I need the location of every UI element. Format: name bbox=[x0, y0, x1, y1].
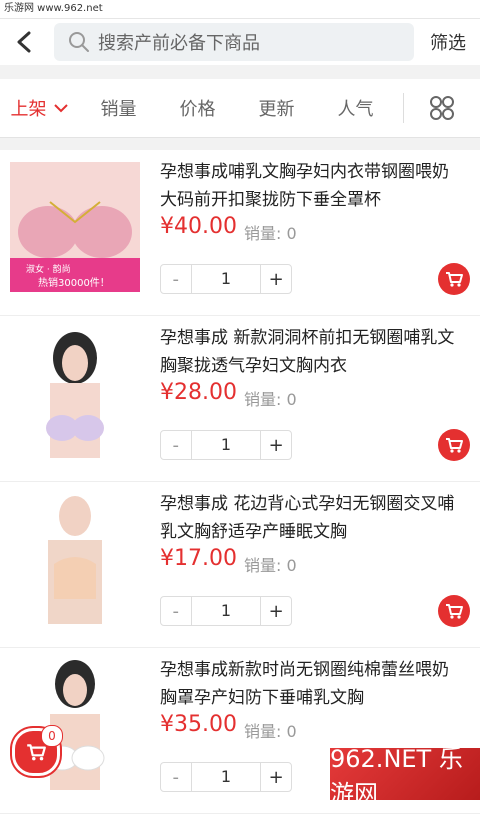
quantity-stepper: - 1 + bbox=[160, 596, 292, 626]
quantity-input[interactable]: 1 bbox=[190, 763, 262, 791]
floating-cart-button[interactable]: 0 bbox=[12, 725, 63, 776]
image-caption: 淑女 · 韵尚 bbox=[26, 263, 71, 275]
top-bar: 搜索产前必备下商品 筛选 bbox=[0, 19, 480, 65]
product-title[interactable]: 孕想事成 新款洞洞杯前扣无钢圈哺乳文胸聚拢透气孕妇文胸内衣 bbox=[160, 324, 465, 380]
increase-button[interactable]: + bbox=[261, 435, 291, 456]
grid-icon bbox=[430, 96, 454, 120]
decrease-button[interactable]: - bbox=[161, 767, 191, 788]
decrease-button[interactable]: - bbox=[161, 269, 191, 290]
quantity-stepper: - 1 + bbox=[160, 762, 292, 792]
back-button[interactable] bbox=[0, 19, 50, 65]
sort-bar: 上架 销量 价格 更新 人气 bbox=[0, 79, 480, 138]
search-input[interactable]: 搜索产前必备下商品 bbox=[54, 23, 414, 61]
sort-item-popularity[interactable]: 人气 bbox=[316, 95, 395, 121]
product-image[interactable] bbox=[10, 494, 140, 624]
product-sales: 销量: 0 bbox=[244, 224, 297, 243]
product-item[interactable]: 孕想事成 花边背心式孕妇无钢圈交叉哺乳文胸舒适孕产睡眠文胸 ¥17.00 销量:… bbox=[0, 482, 480, 648]
watermark-bottom: 962.NET 乐游网 bbox=[330, 745, 480, 808]
search-placeholder: 搜索产前必备下商品 bbox=[98, 33, 260, 54]
search-icon bbox=[69, 32, 89, 52]
cart-icon bbox=[446, 604, 463, 619]
increase-button[interactable]: + bbox=[261, 601, 291, 622]
filter-button[interactable]: 筛选 bbox=[430, 29, 466, 55]
sort-item-shelf[interactable]: 上架 bbox=[0, 95, 79, 121]
product-price: ¥35.00 bbox=[160, 712, 237, 737]
product-title[interactable]: 孕想事成哺乳文胸孕妇内衣带钢圈喂奶大码前开扣聚拢防下垂全罩杯 bbox=[160, 158, 465, 214]
grid-view-button[interactable] bbox=[404, 95, 480, 121]
decrease-button[interactable]: - bbox=[161, 601, 191, 622]
sort-label: 上架 bbox=[10, 99, 47, 120]
watermark-top: 乐游网 www.962.net bbox=[0, 0, 480, 19]
product-list: 淑女 · 韵尚 热销30000件！ 孕想事成哺乳文胸孕妇内衣带钢圈喂奶大码前开扣… bbox=[0, 150, 480, 814]
decrease-button[interactable]: - bbox=[161, 435, 191, 456]
add-to-cart-button[interactable] bbox=[438, 595, 470, 627]
sort-item-update[interactable]: 更新 bbox=[237, 95, 316, 121]
quantity-stepper: - 1 + bbox=[160, 264, 292, 294]
quantity-stepper: - 1 + bbox=[160, 430, 292, 460]
product-price: ¥40.00 bbox=[160, 214, 237, 239]
cart-icon bbox=[446, 272, 463, 287]
sort-item-sales[interactable]: 销量 bbox=[79, 95, 158, 121]
bra-image-icon: 淑女 · 韵尚 热销30000件！ bbox=[10, 162, 140, 292]
quantity-input[interactable]: 1 bbox=[190, 597, 262, 625]
sort-item-price[interactable]: 价格 bbox=[158, 95, 237, 121]
add-to-cart-button[interactable] bbox=[438, 263, 470, 295]
model-image-icon bbox=[10, 328, 140, 458]
image-caption: 热销30000件！ bbox=[38, 276, 110, 289]
model-image-icon bbox=[10, 494, 140, 624]
product-sales: 销量: 0 bbox=[244, 722, 297, 741]
quantity-input[interactable]: 1 bbox=[190, 431, 262, 459]
product-item[interactable]: 淑女 · 韵尚 热销30000件！ 孕想事成哺乳文胸孕妇内衣带钢圈喂奶大码前开扣… bbox=[0, 150, 480, 316]
product-image[interactable]: 淑女 · 韵尚 热销30000件！ bbox=[10, 162, 140, 292]
product-image[interactable] bbox=[10, 328, 140, 458]
chevron-down-icon bbox=[53, 104, 68, 113]
increase-button[interactable]: + bbox=[261, 767, 291, 788]
product-price: ¥17.00 bbox=[160, 546, 237, 571]
add-to-cart-button[interactable] bbox=[438, 429, 470, 461]
back-arrow-icon bbox=[17, 31, 31, 53]
increase-button[interactable]: + bbox=[261, 269, 291, 290]
product-title[interactable]: 孕想事成 花边背心式孕妇无钢圈交叉哺乳文胸舒适孕产睡眠文胸 bbox=[160, 490, 465, 546]
product-price: ¥28.00 bbox=[160, 380, 237, 405]
product-title[interactable]: 孕想事成新款时尚无钢圈纯棉蕾丝喂奶胸罩孕产妇防下垂哺乳文胸 bbox=[160, 656, 465, 712]
cart-count-badge: 0 bbox=[41, 725, 63, 747]
quantity-input[interactable]: 1 bbox=[190, 265, 262, 293]
product-sales: 销量: 0 bbox=[244, 390, 297, 409]
product-item[interactable]: 孕想事成 新款洞洞杯前扣无钢圈哺乳文胸聚拢透气孕妇文胸内衣 ¥28.00 销量:… bbox=[0, 316, 480, 482]
cart-icon bbox=[446, 438, 463, 453]
product-sales: 销量: 0 bbox=[244, 556, 297, 575]
watermark-text: 乐游网 www.962.net bbox=[4, 3, 103, 14]
